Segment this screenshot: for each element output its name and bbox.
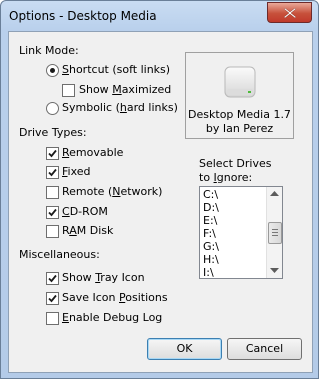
drive-icon — [224, 66, 256, 98]
about-author: by Ian Perez — [205, 122, 274, 135]
checkbox-label: Removable — [62, 146, 124, 159]
checkmark-icon — [48, 208, 57, 217]
checkbox-box[interactable] — [46, 292, 59, 305]
shortcut-label: Shortcut (soft links) — [62, 63, 171, 76]
ignore-drives-label-2: to Ignore: — [199, 171, 253, 184]
symbolic-label: Symbolic (hard links) — [62, 101, 178, 114]
list-item[interactable]: I:\ — [203, 266, 214, 277]
checkbox-box[interactable] — [46, 272, 59, 285]
list-item[interactable]: F:\ — [203, 227, 216, 240]
checkbox-box[interactable] — [46, 186, 59, 199]
radio-selected-dot — [50, 68, 55, 73]
drive-types-heading: Drive Types: — [19, 126, 87, 139]
title-bar[interactable]: Options - Desktop Media — [1, 1, 318, 31]
list-scrollbar[interactable] — [266, 187, 282, 278]
options-window: Options - Desktop Media Link Mode: Short… — [0, 0, 319, 379]
symbolic-radio-button[interactable] — [46, 102, 59, 115]
checkbox-label: Save Icon Positions — [62, 291, 168, 304]
checkbox-box[interactable] — [46, 166, 59, 179]
checkbox-label: Enable Debug Log — [62, 311, 163, 324]
scroll-up-icon[interactable] — [270, 191, 279, 197]
dialog-body: Link Mode: Shortcut (soft links) Show Ma… — [8, 31, 313, 373]
about-product: Desktop Media 1.7 — [188, 108, 291, 121]
list-item[interactable]: E:\ — [203, 214, 217, 227]
list-item[interactable]: G:\ — [203, 240, 219, 253]
link-mode-heading: Link Mode: — [19, 44, 79, 57]
checkmark-icon — [48, 274, 57, 283]
show-maximized-label: Show Maximized — [79, 83, 172, 96]
scroll-thumb[interactable] — [268, 222, 282, 244]
scroll-down-icon[interactable] — [270, 268, 279, 274]
window-title: Options - Desktop Media — [9, 9, 157, 23]
cancel-button[interactable]: Cancel — [227, 338, 302, 360]
misc-heading: Miscellaneous: — [19, 248, 100, 261]
list-item[interactable]: D:\ — [203, 201, 219, 214]
checkbox-box[interactable] — [46, 147, 59, 160]
checkbox-label: Fixed — [62, 165, 91, 178]
list-item[interactable]: C:\ — [203, 188, 218, 201]
close-button[interactable] — [267, 2, 312, 23]
checkmark-icon — [48, 149, 57, 158]
list-item[interactable]: H:\ — [203, 253, 219, 266]
about-panel: Desktop Media 1.7 by Ian Perez — [185, 52, 294, 139]
checkbox-box[interactable] — [46, 225, 59, 238]
ignore-drives-label: Select Drives — [199, 157, 272, 170]
checkmark-icon — [48, 168, 57, 177]
ok-button[interactable]: OK — [147, 338, 222, 360]
checkbox-label: Remote (Network) — [62, 185, 163, 198]
checkbox-label: RAM Disk — [62, 224, 114, 237]
checkbox-box[interactable] — [46, 312, 59, 325]
checkbox-label: Show Tray Icon — [62, 271, 145, 284]
show-maximized-box[interactable] — [62, 84, 75, 97]
ignore-drives-listbox[interactable]: C:\ D:\ E:\ F:\ G:\ H:\ I:\ — [199, 186, 283, 279]
checkmark-icon — [48, 294, 57, 303]
close-icon — [283, 7, 296, 18]
checkbox-box[interactable] — [46, 206, 59, 219]
checkbox-label: CD-ROM — [62, 205, 108, 218]
shortcut-radio-button[interactable] — [46, 64, 59, 77]
